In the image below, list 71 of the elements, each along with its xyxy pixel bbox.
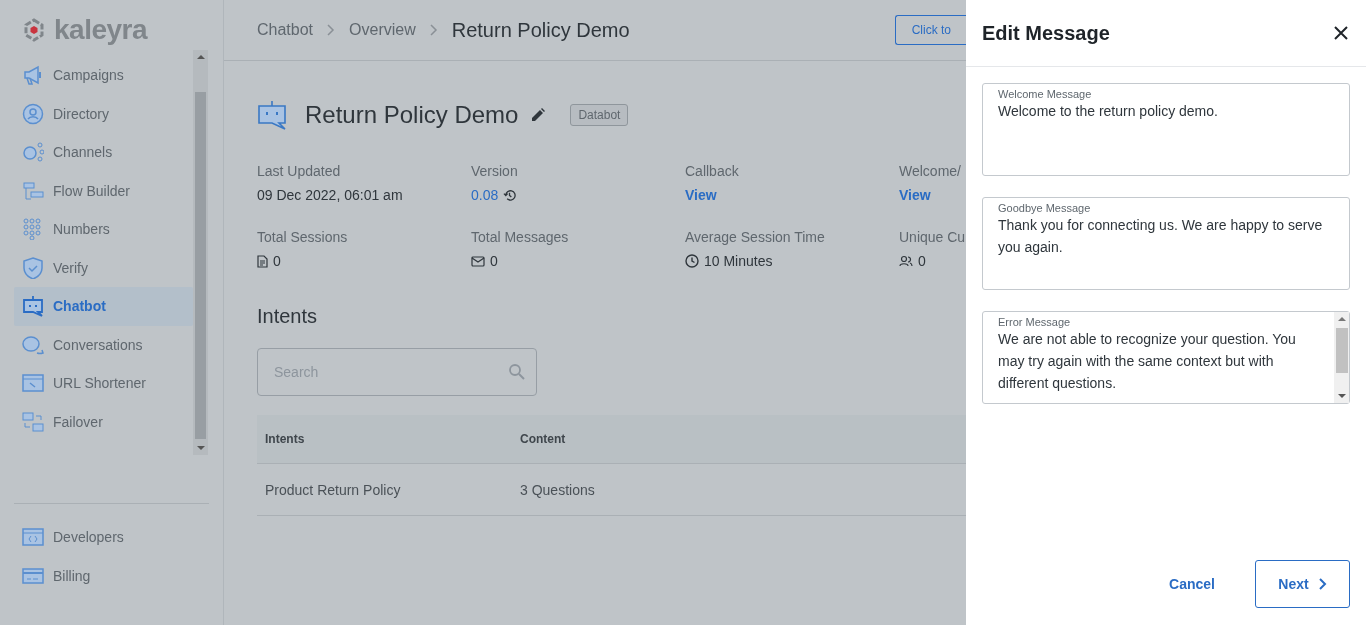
bot-title: Return Policy Demo xyxy=(305,101,519,129)
breadcrumb-current: Return Policy Demo xyxy=(451,18,630,42)
stat-value: 0 xyxy=(490,253,498,269)
breadcrumb-link[interactable]: Chatbot xyxy=(257,21,314,39)
stat-label: Total Messages xyxy=(471,229,570,245)
search-icon xyxy=(508,363,526,381)
sidebar-item[interactable]: Campaigns xyxy=(14,56,193,95)
message-field[interactable]: Error Message We are not able to recognize your question. You may try again with the same context but with different questions. xyxy=(982,311,1350,404)
logo-text: kaleyra xyxy=(54,14,148,46)
sidebar-item[interactable]: Verify xyxy=(14,248,193,287)
stat-label: Callback xyxy=(685,163,740,179)
table-cell: Product Return Policy xyxy=(265,481,401,498)
chevron-icon xyxy=(327,24,336,36)
history-icon[interactable] xyxy=(503,188,517,202)
robot-icon xyxy=(257,99,287,131)
stat-value: 09 Dec 2022, 06:01 am xyxy=(257,187,403,203)
flow-icon xyxy=(22,179,44,202)
scrollbar[interactable] xyxy=(193,50,208,455)
code-window-icon xyxy=(22,526,44,549)
sidebar-item[interactable]: Chatbot xyxy=(14,287,193,326)
message-field[interactable]: Goodbye Message Thank you for connecting us. We are happy to serve you again. xyxy=(982,197,1350,290)
users-icon xyxy=(899,255,913,267)
chevron-icon xyxy=(1318,578,1327,590)
sidebar-item[interactable]: Numbers xyxy=(14,210,193,249)
stat-label: Average Session Time xyxy=(685,229,826,245)
sidebar-item[interactable]: Failover xyxy=(14,402,193,441)
nodes-icon xyxy=(22,141,44,164)
stat-value: 0 xyxy=(918,253,926,269)
message-field[interactable]: Welcome Message Welcome to the return policy demo. xyxy=(982,83,1350,176)
sidebar-item[interactable]: Conversations xyxy=(14,325,193,364)
stat-value: 10 Minutes xyxy=(704,253,773,269)
link-window-icon xyxy=(22,372,44,395)
sidebar-item[interactable]: Channels xyxy=(14,133,193,172)
scrollbar[interactable] xyxy=(1334,312,1349,403)
column-header: Intents xyxy=(265,432,305,446)
sidebar-item[interactable]: Billing xyxy=(14,556,193,595)
document-icon xyxy=(257,254,268,268)
megaphone-icon xyxy=(22,64,44,87)
close-button[interactable] xyxy=(1332,24,1350,42)
next-button[interactable]: Next xyxy=(1255,560,1350,608)
swap-icon xyxy=(22,410,44,433)
robot-icon xyxy=(22,295,44,318)
sidebar-item[interactable]: Developers xyxy=(14,518,193,557)
stat-label: Version xyxy=(471,163,519,179)
bot-type-tag: Databot xyxy=(570,104,629,126)
close-icon xyxy=(1334,26,1348,40)
sidebar-item[interactable]: Directory xyxy=(14,94,193,133)
stat-label: Welcome/ xyxy=(899,163,962,179)
sidebar-item[interactable]: Flow Builder xyxy=(14,171,193,210)
shield-icon xyxy=(22,256,44,279)
person-circle-icon xyxy=(22,102,44,125)
section-title: Intents xyxy=(257,305,319,328)
logo-icon xyxy=(22,18,46,42)
cancel-button[interactable]: Cancel xyxy=(1163,575,1221,593)
view-link[interactable]: View xyxy=(899,187,931,203)
stat-value: 0 xyxy=(273,253,281,269)
breadcrumb-link[interactable]: Overview xyxy=(349,21,416,39)
drawer-title: Edit Message xyxy=(982,21,1110,45)
column-header: Content xyxy=(520,432,566,446)
stat-label: Unique Cu xyxy=(899,229,966,245)
dial-pad-icon xyxy=(22,218,44,241)
stat-label: Last Updated xyxy=(257,163,342,179)
mail-icon xyxy=(471,255,485,267)
clock-icon xyxy=(685,254,699,268)
table-cell: 3 Questions xyxy=(520,481,595,498)
pencil-icon[interactable] xyxy=(530,107,547,123)
stat-label: Total Sessions xyxy=(257,229,349,245)
version-link[interactable]: 0.08 xyxy=(471,187,499,203)
sidebar-item[interactable]: URL Shortener xyxy=(14,364,193,403)
chevron-icon xyxy=(429,24,438,36)
view-link[interactable]: View xyxy=(685,187,717,203)
